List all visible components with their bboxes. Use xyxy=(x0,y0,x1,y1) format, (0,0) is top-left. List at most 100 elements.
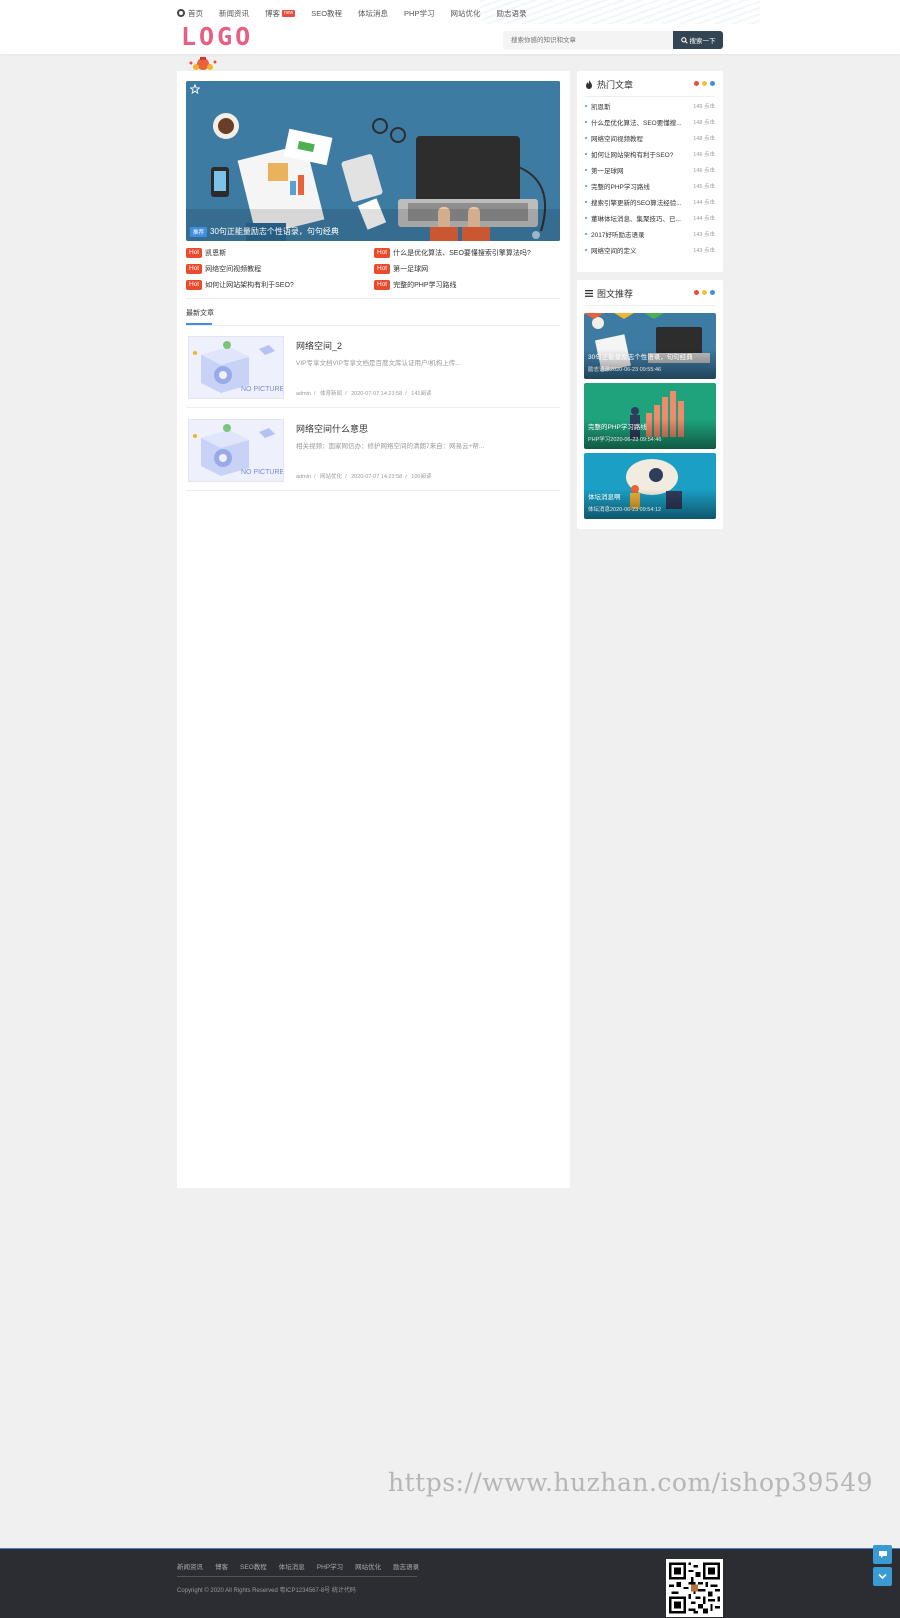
featured-banner[interactable]: 推荐 30句正能量励志个性语录，句句经典 xyxy=(186,81,560,241)
hot-article-count: 144 点击 xyxy=(693,200,715,206)
recommend-card[interactable]: 30句正能量励志个性语录，句句经典 励志语录2020-06-23 09:55:4… xyxy=(584,313,716,379)
banner-illustration xyxy=(186,81,560,241)
nav-item-optimize[interactable]: 网站优化 xyxy=(450,8,480,19)
bullet xyxy=(585,201,587,203)
hot-article-title: 董琳体坛消息、集聚技巧、已... xyxy=(591,216,681,223)
nav-item-news[interactable]: 新闻资讯 xyxy=(219,8,249,19)
recommend-card[interactable]: 完整的PHP学习路线 PHP学习2020-06-23 09:54:46 xyxy=(584,383,716,449)
hot-article-item[interactable]: 2017好听励志语录 143 点击 xyxy=(585,229,715,239)
footer-link[interactable]: 网站优化 xyxy=(355,1561,381,1571)
section-underline xyxy=(186,323,212,325)
recommend-title: 体坛消息啊 xyxy=(588,494,621,501)
recommend-meta: PHP学习2020-06-23 09:54:46 xyxy=(588,437,662,443)
hot-article-title: 什么是优化算法、SEO要懂搜... xyxy=(591,120,682,127)
article-thumbnail[interactable]: NO PICTURE xyxy=(188,336,284,399)
article-author[interactable]: admin xyxy=(296,391,311,397)
hot-article-item[interactable]: 网络空间视频教程 148 点击 xyxy=(585,133,715,143)
article-author[interactable]: admin xyxy=(296,474,311,480)
bullet xyxy=(585,105,587,107)
no-picture-image: NO PICTURE xyxy=(189,337,283,398)
hot-tag: Hot xyxy=(186,280,203,290)
nav-label: 励志语录 xyxy=(496,8,527,18)
article-item[interactable]: NO PICTURE 网络空间什么意思 相关视频：国家网信办：修护网络空间的清朗… xyxy=(186,409,560,491)
hot-item[interactable]: Hot 如何让网站架构有利于SEO? xyxy=(186,280,294,290)
bullet xyxy=(585,169,587,171)
footer-link[interactable]: 新闻资讯 xyxy=(177,1561,203,1571)
footer-link[interactable]: PHP学习 xyxy=(317,1561,343,1571)
article-item[interactable]: NO PICTURE 网络空间_2 VIP专享文档VIP专享文档是百度文库认证用… xyxy=(186,326,560,408)
main-nav: 首页 新闻资讯 博客 new SEO教程 体坛消息 PHP学习 网站优化 励志语录 xyxy=(177,6,542,20)
hot-article-item[interactable]: 董琳体坛消息、集聚技巧、已... 144 点击 xyxy=(585,213,715,223)
bullet xyxy=(585,217,587,219)
nav-home-label: 首页 xyxy=(188,8,203,18)
hot-item-title: 如何让网站架构有利于SEO? xyxy=(205,282,294,289)
nav-item-php[interactable]: PHP学习 xyxy=(404,8,434,19)
footer-link[interactable]: SEO教程 xyxy=(240,1561,267,1571)
widget-title: 热门文章 xyxy=(597,80,634,90)
article-category[interactable]: 体育新闻 xyxy=(320,391,342,397)
nav-item-sports[interactable]: 体坛消息 xyxy=(358,8,388,19)
hot-article-count: 146 点击 xyxy=(693,152,715,158)
hot-item[interactable]: Hot 完整的PHP学习路线 xyxy=(374,280,457,290)
hot-article-count: 149 点击 xyxy=(693,104,715,110)
hot-article-count: 143 点击 xyxy=(693,248,715,254)
hot-article-item[interactable]: 什么是优化算法、SEO要懂搜... 148 点击 xyxy=(585,117,715,127)
banner-caption[interactable]: 推荐 30句正能量励志个性语录，句句经典 xyxy=(190,226,339,237)
recommend-card[interactable]: 体坛消息啊 体坛消息2020-06-23 09:54:12 xyxy=(584,453,716,519)
hot-item-title: 网络空间视频教程 xyxy=(205,266,262,273)
nav-label: 博客 xyxy=(265,8,280,18)
divider xyxy=(585,96,715,97)
search-input[interactable] xyxy=(503,31,673,49)
article-category[interactable]: 网站优化 xyxy=(320,474,342,480)
hot-article-item[interactable]: 完整的PHP学习路线 145 点击 xyxy=(585,181,715,191)
nav-item-quotes[interactable]: 励志语录 xyxy=(496,8,526,19)
footer-link[interactable]: 励志语录 xyxy=(393,1561,419,1571)
bullet xyxy=(585,185,587,187)
qr-code-image xyxy=(669,1562,720,1614)
hot-article-item[interactable]: 凯恩斯 149 点击 xyxy=(585,101,715,111)
hot-article-title: 搜索引擎更新的SEO算法经验... xyxy=(591,200,682,207)
hot-tag: Hot xyxy=(374,264,391,274)
bullet xyxy=(585,137,587,139)
nav-home[interactable]: 首页 xyxy=(177,8,203,19)
hot-article-item[interactable]: 如何让网站架构有利于SEO? 146 点击 xyxy=(585,149,715,159)
hot-article-item[interactable]: 搜索引擎更新的SEO算法经验... 144 点击 xyxy=(585,197,715,207)
article-title[interactable]: 网络空间_2 xyxy=(296,339,342,352)
hot-item[interactable]: Hot 凯恩斯 xyxy=(186,248,226,258)
hot-article-title: 网络空间的定义 xyxy=(591,248,637,255)
article-desc: 相关视频：国家网信办：修护网络空间的清朗7来自：网易云+帮... xyxy=(296,443,485,450)
home-icon xyxy=(177,9,185,17)
window-dots xyxy=(691,81,715,86)
hot-article-count: 144 点击 xyxy=(693,216,715,222)
watermark-text: https://www.huzhan.com/ishop39549 xyxy=(388,1468,874,1497)
star-icon[interactable] xyxy=(190,84,200,94)
site-footer: 新闻资讯 博客 SEO教程 体坛消息 PHP学习 网站优化 励志语录 Copyr… xyxy=(0,1548,900,1618)
article-meta: admin / 网站优化/ 2020-07-07 14:23:58/ 100阅读 xyxy=(296,474,432,480)
bullet xyxy=(585,121,587,123)
hot-article-item[interactable]: 网络空间的定义 143 点击 xyxy=(585,245,715,255)
nav-label: 网站优化 xyxy=(450,8,481,18)
article-title[interactable]: 网络空间什么意思 xyxy=(296,422,368,435)
hot-item[interactable]: Hot 什么是优化算法、SEO要懂搜索引擎算法吗? xyxy=(374,248,531,258)
hot-item[interactable]: Hot 第一足球网 xyxy=(374,264,428,274)
article-thumbnail[interactable]: NO PICTURE xyxy=(188,419,284,482)
top-header: 首页 新闻资讯 博客 new SEO教程 体坛消息 PHP学习 网站优化 励志语录… xyxy=(0,0,900,54)
hot-article-item[interactable]: 第一足球网 146 点击 xyxy=(585,165,715,175)
search-button[interactable]: 搜索一下 xyxy=(673,31,723,49)
scroll-top-button[interactable] xyxy=(873,1567,892,1586)
hot-article-title: 如何让网站架构有利于SEO? xyxy=(591,152,674,159)
contact-button[interactable] xyxy=(873,1545,892,1564)
hot-item-title: 凯恩斯 xyxy=(205,250,227,257)
new-badge: new xyxy=(282,9,296,17)
search-bar: 搜索一下 xyxy=(503,31,723,49)
fire-icon xyxy=(586,80,592,89)
nav-item-seo[interactable]: SEO教程 xyxy=(311,8,342,19)
recommend-title: 完整的PHP学习路线 xyxy=(588,424,647,431)
hot-item-title: 什么是优化算法、SEO要懂搜索引擎算法吗? xyxy=(393,250,531,257)
nav-item-blog[interactable]: 博客 new xyxy=(265,8,296,19)
footer-link[interactable]: 体坛消息 xyxy=(279,1561,305,1571)
hot-item[interactable]: Hot 网络空间视频教程 xyxy=(186,264,261,274)
slider-indicator[interactable] xyxy=(532,231,540,239)
footer-link[interactable]: 博客 xyxy=(215,1561,228,1571)
site-logo[interactable]: LOGO xyxy=(181,24,253,50)
